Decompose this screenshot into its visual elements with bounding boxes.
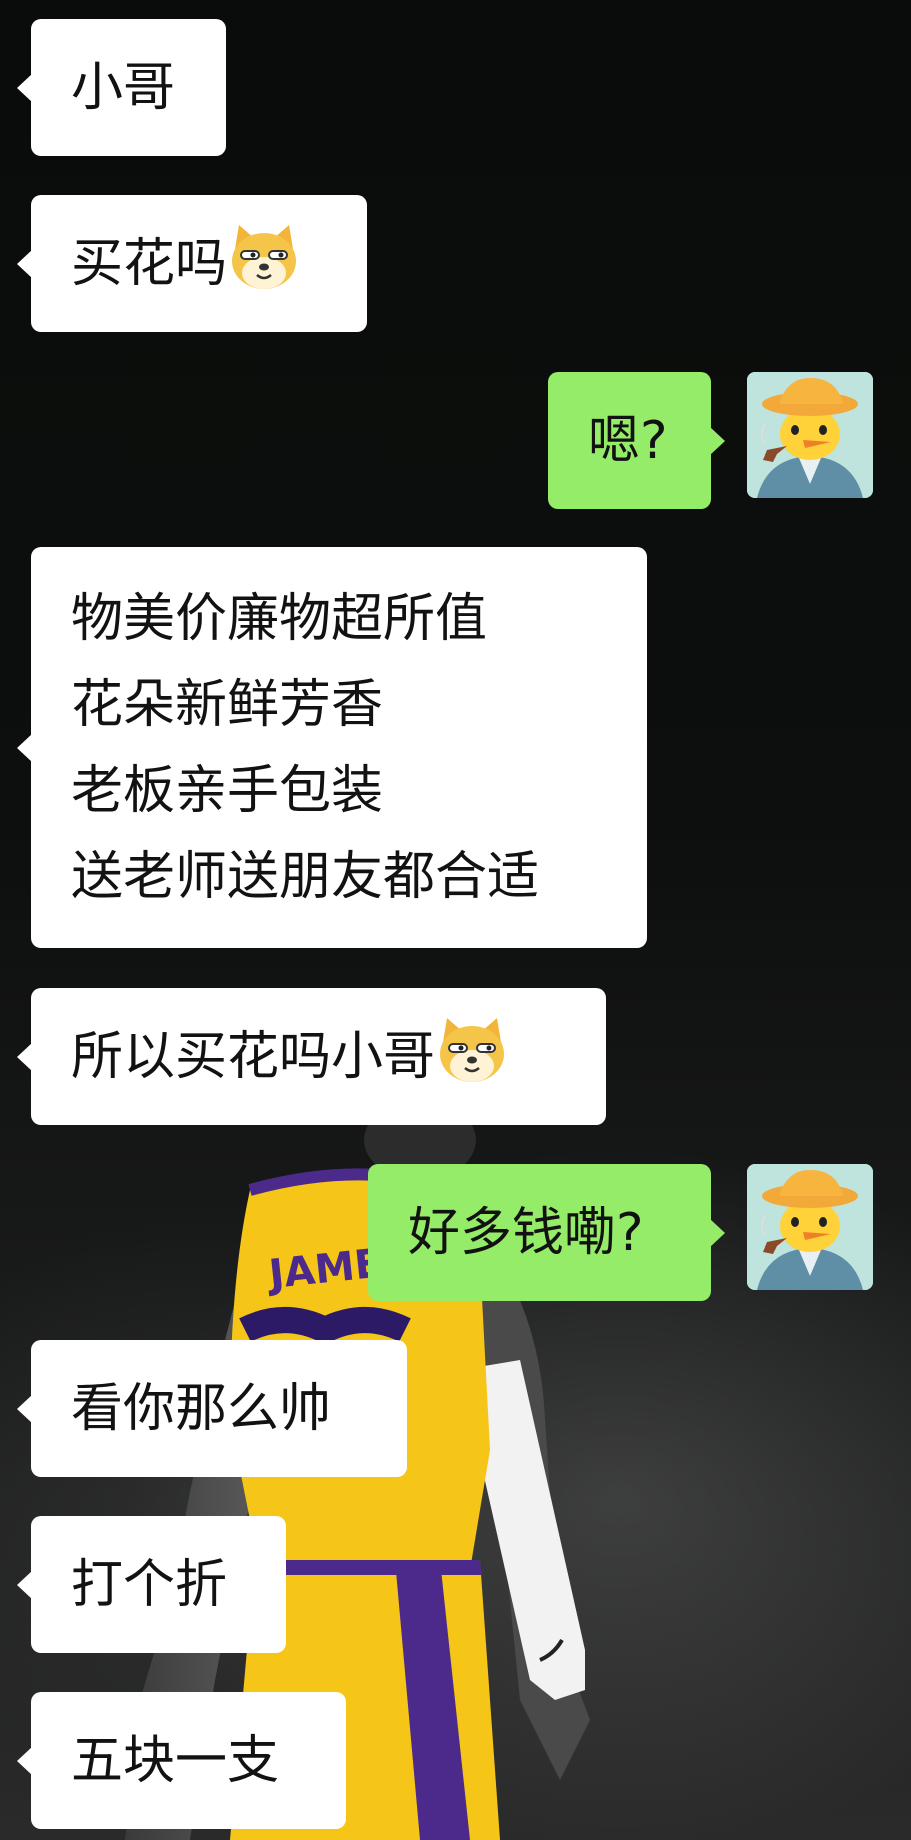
incoming-message-bubble[interactable]: 所以买花吗小哥 <box>17 988 606 1125</box>
message-text: 买花吗 <box>71 221 327 307</box>
message-text: 打个折 <box>71 1554 228 1615</box>
outgoing-message-bubble[interactable]: 嗯? <box>548 372 725 509</box>
message-text: 小哥 <box>71 57 176 118</box>
message-text: 老板亲手包装 <box>71 760 384 821</box>
incoming-message-bubble[interactable]: 五块一支 <box>17 1692 346 1829</box>
doge-emoji <box>227 221 301 295</box>
doge-emoji <box>435 1014 509 1088</box>
outgoing-message-bubble[interactable]: 好多钱嘞? <box>368 1164 725 1301</box>
incoming-message-bubble[interactable]: 看你那么帅 <box>17 1340 407 1477</box>
duck-painter-avatar[interactable] <box>747 372 873 498</box>
message-text: 物美价廉物超所值 <box>71 588 488 649</box>
message-text: 好多钱嘞? <box>408 1202 644 1263</box>
incoming-message-bubble[interactable]: 物美价廉物超所值 花朵新鲜芳香 老板亲手包装送老师送朋友都合适 <box>17 547 647 948</box>
message-text: 送老师送朋友都合适 <box>71 846 540 907</box>
message-text: 嗯? <box>588 410 668 471</box>
incoming-message-bubble[interactable]: 小哥 <box>17 19 226 156</box>
message-text: 所以买花吗小哥 <box>71 1014 566 1100</box>
incoming-message-bubble[interactable]: 买花吗 <box>17 195 367 332</box>
message-text: 看你那么帅 <box>71 1378 332 1439</box>
message-text: 花朵新鲜芳香 <box>71 674 384 735</box>
incoming-message-bubble[interactable]: 打个折 <box>17 1516 286 1653</box>
message-text: 五块一支 <box>71 1730 280 1791</box>
duck-painter-avatar[interactable] <box>747 1164 873 1290</box>
